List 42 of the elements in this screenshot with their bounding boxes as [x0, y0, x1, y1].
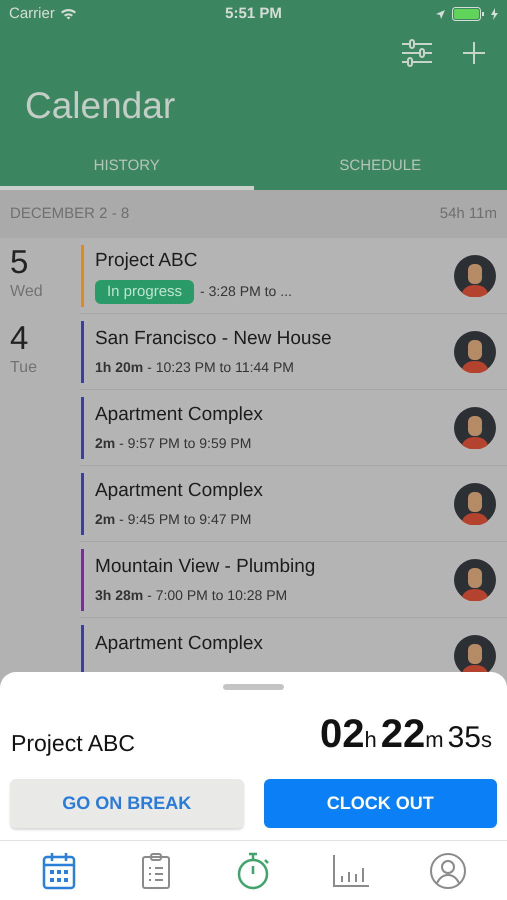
day-number: 4 [10, 320, 30, 356]
avatar-icon [454, 558, 496, 600]
entry-time: 1h 20m - 10:23 PM to 11:44 PM [95, 358, 294, 378]
filter-icon[interactable] [401, 38, 433, 68]
avatar-icon [454, 330, 496, 372]
wifi-icon [60, 8, 77, 20]
add-icon[interactable] [463, 42, 485, 64]
entry-time: 3h 28m - 7:00 PM to 10:28 PM [95, 586, 288, 606]
charging-bolt-icon [491, 8, 498, 20]
status-badge: In progress [95, 280, 194, 304]
entry-time: 2m - 9:45 PM to 9:47 PM [95, 510, 252, 530]
location-arrow-icon [435, 8, 446, 20]
entry-time: 2m - 9:57 PM to 9:59 PM [95, 434, 252, 454]
page-title: Calendar [24, 84, 176, 128]
break-button[interactable]: GO ON BREAK [10, 779, 244, 828]
week-total: 54h 11m [440, 204, 497, 224]
stopwatch-icon[interactable] [235, 852, 272, 890]
profile-icon[interactable] [429, 852, 468, 890]
battery-icon [452, 7, 485, 21]
clock-time: 5:51 PM [225, 4, 282, 24]
entry-title: Apartment Complex [95, 478, 264, 503]
avatar-icon [454, 254, 496, 296]
project-name: Project ABC [11, 728, 135, 758]
bar-chart-icon[interactable] [332, 854, 370, 888]
entry-title: Apartment Complex [95, 402, 264, 427]
clipboard-icon[interactable] [141, 852, 172, 890]
entry-title: Mountain View - Plumbing [95, 554, 316, 579]
day-number: 5 [10, 244, 30, 280]
elapsed-timer: 02h 22m 35s [320, 711, 493, 758]
drag-handle[interactable] [223, 684, 284, 690]
carrier-label: Carrier [9, 4, 55, 24]
week-range: DECEMBER 2 - 8 [10, 204, 130, 224]
avatar-icon [454, 482, 496, 524]
entry-title: Apartment Complex [95, 632, 264, 656]
clock-out-button[interactable]: CLOCK OUT [264, 779, 497, 828]
entry-title: San Francisco - New House [95, 326, 333, 351]
weekday-label: Wed [10, 282, 44, 302]
calendar-icon[interactable] [42, 852, 76, 890]
weekday-label: Tue [10, 358, 38, 378]
entry-time: - 3:28 PM to ... [200, 282, 292, 302]
entry-title: Project ABC [95, 249, 198, 273]
avatar-icon [454, 406, 496, 448]
